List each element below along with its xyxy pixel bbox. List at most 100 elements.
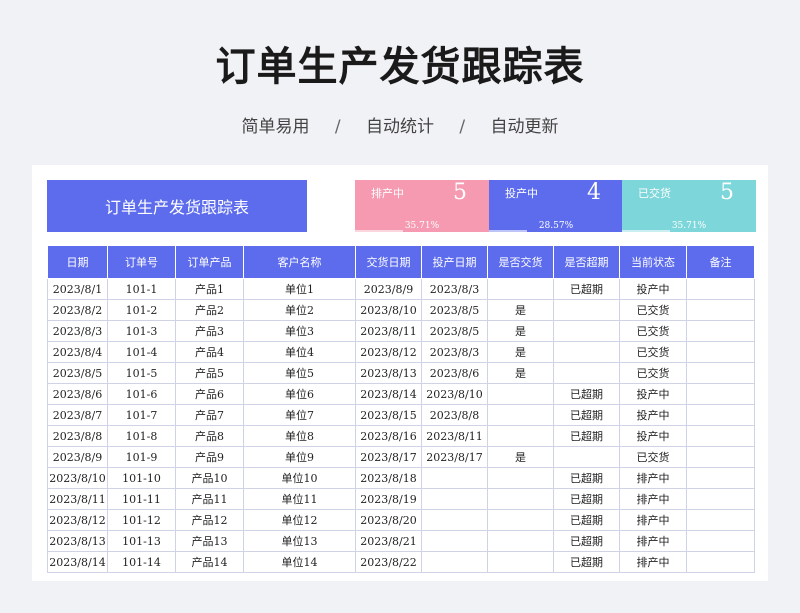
cell-product[interactable]: 产品7: [175, 404, 244, 426]
cell-date[interactable]: 2023/8/13: [47, 530, 108, 552]
cell-order-no[interactable]: 101-9: [107, 446, 176, 468]
cell-delivery-date[interactable]: 2023/8/11: [355, 320, 422, 342]
cell-production-date[interactable]: 2023/8/5: [421, 299, 488, 321]
cell-delivered[interactable]: 是: [487, 320, 554, 342]
cell-production-date[interactable]: 2023/8/11: [421, 425, 488, 447]
cell-delivered[interactable]: [487, 530, 554, 552]
cell-customer[interactable]: 单位1: [243, 278, 356, 300]
cell-delivered[interactable]: [487, 467, 554, 489]
cell-customer[interactable]: 单位3: [243, 320, 356, 342]
cell-order-no[interactable]: 101-4: [107, 341, 176, 363]
cell-overdue[interactable]: 已超期: [553, 488, 620, 510]
cell-customer[interactable]: 单位13: [243, 530, 356, 552]
cell-delivery-date[interactable]: 2023/8/9: [355, 278, 422, 300]
cell-customer[interactable]: 单位8: [243, 425, 356, 447]
cell-overdue[interactable]: 已超期: [553, 425, 620, 447]
cell-product[interactable]: 产品5: [175, 362, 244, 384]
cell-production-date[interactable]: [421, 530, 488, 552]
cell-order-no[interactable]: 101-7: [107, 404, 176, 426]
cell-date[interactable]: 2023/8/10: [47, 467, 108, 489]
cell-status[interactable]: 投产中: [619, 404, 687, 426]
cell-customer[interactable]: 单位7: [243, 404, 356, 426]
cell-delivery-date[interactable]: 2023/8/12: [355, 341, 422, 363]
cell-order-no[interactable]: 101-2: [107, 299, 176, 321]
cell-delivery-date[interactable]: 2023/8/10: [355, 299, 422, 321]
cell-customer[interactable]: 单位5: [243, 362, 356, 384]
cell-date[interactable]: 2023/8/1: [47, 278, 108, 300]
cell-order-no[interactable]: 101-1: [107, 278, 176, 300]
cell-overdue[interactable]: [553, 320, 620, 342]
cell-delivery-date[interactable]: 2023/8/20: [355, 509, 422, 531]
cell-order-no[interactable]: 101-8: [107, 425, 176, 447]
cell-remark[interactable]: [686, 299, 755, 321]
cell-date[interactable]: 2023/8/4: [47, 341, 108, 363]
cell-production-date[interactable]: 2023/8/3: [421, 278, 488, 300]
cell-remark[interactable]: [686, 425, 755, 447]
cell-customer[interactable]: 单位11: [243, 488, 356, 510]
cell-order-no[interactable]: 101-3: [107, 320, 176, 342]
cell-customer[interactable]: 单位2: [243, 299, 356, 321]
cell-product[interactable]: 产品8: [175, 425, 244, 447]
cell-status[interactable]: 已交货: [619, 362, 687, 384]
cell-status[interactable]: 投产中: [619, 425, 687, 447]
cell-production-date[interactable]: 2023/8/8: [421, 404, 488, 426]
cell-product[interactable]: 产品14: [175, 551, 244, 573]
cell-date[interactable]: 2023/8/6: [47, 383, 108, 405]
cell-status[interactable]: 排产中: [619, 467, 687, 489]
cell-customer[interactable]: 单位4: [243, 341, 356, 363]
cell-delivery-date[interactable]: 2023/8/17: [355, 446, 422, 468]
cell-overdue[interactable]: 已超期: [553, 383, 620, 405]
cell-date[interactable]: 2023/8/8: [47, 425, 108, 447]
cell-product[interactable]: 产品2: [175, 299, 244, 321]
cell-date[interactable]: 2023/8/7: [47, 404, 108, 426]
cell-product[interactable]: 产品9: [175, 446, 244, 468]
cell-delivery-date[interactable]: 2023/8/18: [355, 467, 422, 489]
cell-delivery-date[interactable]: 2023/8/21: [355, 530, 422, 552]
cell-product[interactable]: 产品6: [175, 383, 244, 405]
cell-order-no[interactable]: 101-11: [107, 488, 176, 510]
cell-overdue[interactable]: 已超期: [553, 467, 620, 489]
cell-customer[interactable]: 单位6: [243, 383, 356, 405]
cell-remark[interactable]: [686, 530, 755, 552]
cell-status[interactable]: 已交货: [619, 341, 687, 363]
cell-production-date[interactable]: 2023/8/3: [421, 341, 488, 363]
cell-customer[interactable]: 单位12: [243, 509, 356, 531]
cell-remark[interactable]: [686, 278, 755, 300]
cell-product[interactable]: 产品3: [175, 320, 244, 342]
cell-overdue[interactable]: [553, 446, 620, 468]
cell-remark[interactable]: [686, 446, 755, 468]
cell-product[interactable]: 产品4: [175, 341, 244, 363]
cell-status[interactable]: 已交货: [619, 320, 687, 342]
cell-delivery-date[interactable]: 2023/8/13: [355, 362, 422, 384]
cell-delivered[interactable]: [487, 509, 554, 531]
cell-delivery-date[interactable]: 2023/8/14: [355, 383, 422, 405]
cell-date[interactable]: 2023/8/11: [47, 488, 108, 510]
cell-overdue[interactable]: 已超期: [553, 530, 620, 552]
cell-delivered[interactable]: [487, 488, 554, 510]
cell-order-no[interactable]: 101-13: [107, 530, 176, 552]
cell-delivered[interactable]: [487, 551, 554, 573]
cell-status[interactable]: 排产中: [619, 551, 687, 573]
cell-delivered[interactable]: 是: [487, 446, 554, 468]
cell-overdue[interactable]: [553, 299, 620, 321]
cell-date[interactable]: 2023/8/14: [47, 551, 108, 573]
cell-delivery-date[interactable]: 2023/8/16: [355, 425, 422, 447]
cell-delivered[interactable]: 是: [487, 341, 554, 363]
cell-status[interactable]: 已交货: [619, 299, 687, 321]
cell-production-date[interactable]: [421, 551, 488, 573]
cell-delivery-date[interactable]: 2023/8/22: [355, 551, 422, 573]
cell-product[interactable]: 产品12: [175, 509, 244, 531]
cell-remark[interactable]: [686, 383, 755, 405]
cell-status[interactable]: 投产中: [619, 383, 687, 405]
cell-remark[interactable]: [686, 404, 755, 426]
cell-product[interactable]: 产品1: [175, 278, 244, 300]
cell-customer[interactable]: 单位10: [243, 467, 356, 489]
cell-overdue[interactable]: 已超期: [553, 551, 620, 573]
cell-status[interactable]: 排产中: [619, 488, 687, 510]
cell-remark[interactable]: [686, 467, 755, 489]
cell-status[interactable]: 排产中: [619, 530, 687, 552]
cell-overdue[interactable]: 已超期: [553, 404, 620, 426]
cell-delivered[interactable]: 是: [487, 299, 554, 321]
cell-customer[interactable]: 单位9: [243, 446, 356, 468]
cell-delivered[interactable]: [487, 404, 554, 426]
